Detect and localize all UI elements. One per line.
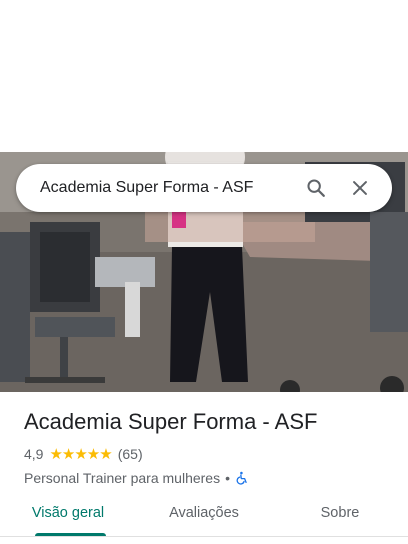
search-button[interactable] — [298, 170, 334, 206]
rating-value: 4,9 — [24, 446, 44, 462]
wheelchair-accessible-icon — [235, 471, 249, 485]
star-rating: ★★★★★ — [49, 445, 112, 463]
place-info: Academia Super Forma - ASF 4,9 ★★★★★ (65… — [24, 408, 394, 488]
tab-about[interactable]: Sobre — [272, 496, 408, 536]
category-row: Personal Trainer para mulheres • — [24, 468, 394, 488]
rating-row[interactable]: 4,9 ★★★★★ (65) — [24, 444, 394, 464]
close-button[interactable] — [342, 170, 378, 206]
review-count[interactable]: (65) — [118, 446, 143, 462]
search-bar[interactable]: Academia Super Forma - ASF — [16, 164, 392, 212]
stars-icon: ★★★★★ — [49, 445, 112, 463]
tabs-divider — [0, 536, 408, 537]
tab-overview[interactable]: Visão geral — [0, 496, 136, 536]
separator-dot: • — [225, 470, 231, 486]
search-input[interactable]: Academia Super Forma - ASF — [40, 179, 290, 197]
place-title: Academia Super Forma - ASF — [24, 409, 318, 434]
close-icon — [353, 181, 367, 195]
tab-reviews[interactable]: Avaliações — [136, 496, 272, 536]
search-icon — [307, 179, 325, 197]
place-category: Personal Trainer para mulheres — [24, 470, 221, 486]
place-tabs: Visão geral Avaliações Sobre — [0, 496, 408, 536]
